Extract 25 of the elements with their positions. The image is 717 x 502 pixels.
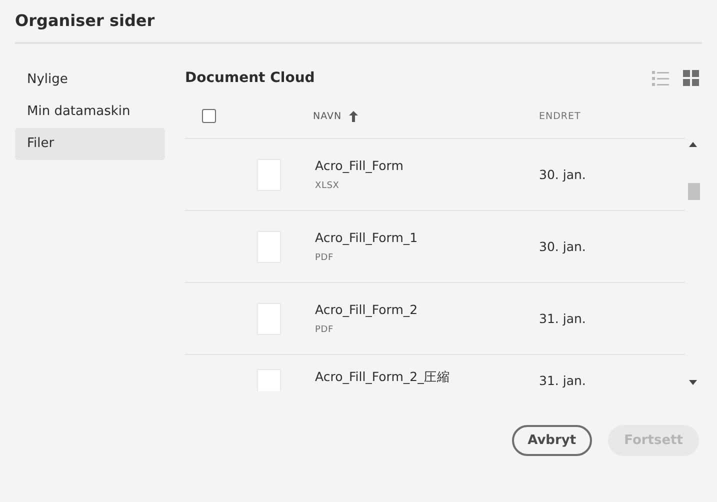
file-type: PDF: [315, 325, 334, 335]
select-all-checkbox[interactable]: [202, 109, 216, 123]
sidebar-item[interactable]: Filer: [15, 128, 165, 160]
scroll-down-icon[interactable]: [689, 380, 697, 385]
scrollbar-thumb[interactable]: [688, 183, 700, 200]
sidebar-item[interactable]: Min datamaskin: [15, 96, 165, 128]
column-header[interactable]: NAVN: [313, 110, 342, 122]
file-name[interactable]: Acro_Fill_Form_2_圧縮: [315, 369, 539, 386]
file-type: PDF: [315, 253, 334, 263]
grid-view-icon[interactable]: [683, 70, 699, 86]
location-title: Document Cloud: [185, 70, 315, 86]
file-name[interactable]: Acro_Fill_Form_1: [315, 230, 539, 245]
modified-date: 31. jan.: [539, 373, 586, 388]
file-name[interactable]: Acro_Fill_Form_2: [315, 302, 539, 317]
modified-date: 30. jan.: [539, 167, 586, 182]
modified-date: 30. jan.: [539, 239, 586, 254]
column-header[interactable]: ENDRET: [539, 110, 581, 122]
scroll-up-icon[interactable]: [689, 142, 697, 147]
cancel-button[interactable]: Avbryt: [512, 425, 592, 456]
sort-up-arrow-icon: [348, 110, 358, 122]
file-name[interactable]: Acro_Fill_Form: [315, 158, 539, 173]
file-type: XLSX: [315, 181, 340, 191]
dialog-title: Organiser sider: [15, 0, 702, 44]
modified-date: 31. jan.: [539, 311, 586, 326]
sidebar-item[interactable]: Nylige: [15, 64, 165, 96]
